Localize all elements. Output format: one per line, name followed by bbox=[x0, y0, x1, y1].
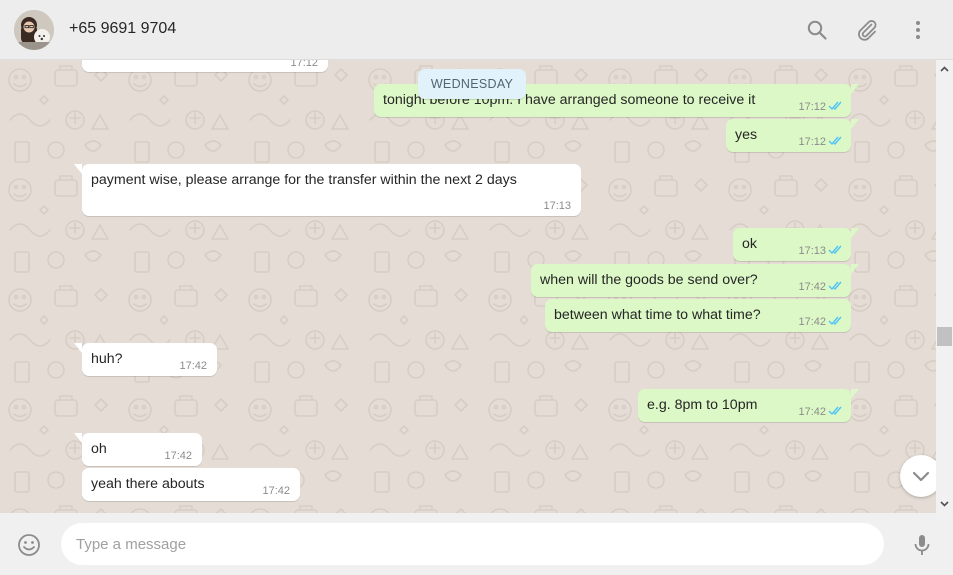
message-text: payment wise, please arrange for the tra… bbox=[91, 172, 517, 188]
menu-icon[interactable] bbox=[906, 18, 930, 42]
read-ticks-icon bbox=[828, 245, 842, 255]
message-time: 17:42 bbox=[798, 406, 826, 418]
chat-header: +65 9691 9704 bbox=[0, 0, 953, 60]
message-time: 17:42 bbox=[798, 281, 826, 293]
read-ticks-icon bbox=[828, 406, 842, 416]
chevron-down-icon bbox=[912, 471, 930, 482]
message-bubble-incoming[interactable]: oh 17:42 bbox=[74, 433, 202, 466]
day-separator: WEDNESDAY bbox=[418, 69, 526, 99]
bubble-tail bbox=[74, 164, 82, 174]
message-text: huh? bbox=[91, 351, 123, 367]
bubble-tail bbox=[851, 264, 859, 274]
read-ticks-icon bbox=[828, 101, 842, 111]
message-bubble-incoming[interactable]: yeah there abouts 17:42 bbox=[82, 468, 300, 501]
scroll-down-arrow-icon[interactable] bbox=[940, 499, 949, 508]
message-bubble-outgoing[interactable]: e.g. 8pm to 10pm 17:42 bbox=[638, 389, 859, 422]
bubble-tail bbox=[74, 343, 82, 353]
contact-avatar[interactable] bbox=[14, 10, 54, 50]
message-time: 17:12 bbox=[798, 101, 826, 113]
message-text: oh bbox=[91, 441, 107, 457]
message-bubble-outgoing[interactable]: yes 17:12 bbox=[726, 119, 859, 152]
bubble-tail bbox=[851, 119, 859, 129]
message-time: 17:42 bbox=[164, 450, 192, 462]
message-bubble-partial[interactable]: 17:12 bbox=[82, 60, 328, 72]
read-ticks-icon bbox=[828, 281, 842, 291]
bubble-tail bbox=[851, 228, 859, 238]
search-icon[interactable] bbox=[805, 18, 829, 42]
scroll-down-button[interactable] bbox=[900, 455, 936, 497]
attach-icon[interactable] bbox=[855, 18, 879, 42]
message-text: when will the goods be send over? bbox=[540, 272, 758, 288]
message-time: 17:13 bbox=[798, 245, 826, 257]
bubble-tail bbox=[851, 389, 859, 399]
message-time: 17:12 bbox=[798, 136, 826, 148]
message-time: 17:42 bbox=[798, 316, 826, 328]
message-bubble-outgoing[interactable]: when will the goods be send over? 17:42 bbox=[531, 264, 859, 297]
bubble-tail bbox=[851, 84, 859, 94]
bubble-tail bbox=[74, 433, 82, 443]
message-bubble-incoming[interactable]: payment wise, please arrange for the tra… bbox=[74, 164, 581, 216]
message-time: 17:42 bbox=[179, 360, 207, 372]
message-time: 17:42 bbox=[262, 485, 290, 497]
message-time: 17:12 bbox=[290, 60, 318, 69]
message-text: yeah there abouts bbox=[91, 476, 205, 492]
read-ticks-icon bbox=[828, 136, 842, 146]
scrollbar[interactable] bbox=[936, 60, 953, 513]
message-bubble-outgoing[interactable]: between what time to what time? 17:42 bbox=[545, 299, 851, 332]
message-input[interactable] bbox=[61, 523, 884, 565]
scrollbar-thumb[interactable] bbox=[937, 327, 952, 346]
message-bubble-incoming[interactable]: huh? 17:42 bbox=[74, 343, 217, 376]
message-bubble-outgoing[interactable]: ok 17:13 bbox=[733, 228, 859, 261]
emoji-icon[interactable] bbox=[16, 532, 42, 558]
scroll-up-arrow-icon[interactable] bbox=[940, 65, 949, 74]
message-text: ok bbox=[742, 236, 757, 252]
composer-bar bbox=[0, 513, 953, 575]
read-ticks-icon bbox=[828, 316, 842, 326]
message-list[interactable]: 17:12 tonight before 10pm. I have arrang… bbox=[0, 60, 936, 513]
message-text: yes bbox=[735, 127, 758, 143]
message-text: e.g. 8pm to 10pm bbox=[647, 397, 758, 413]
microphone-icon[interactable] bbox=[909, 532, 935, 558]
contact-name[interactable]: +65 9691 9704 bbox=[69, 20, 176, 38]
message-time: 17:13 bbox=[543, 200, 571, 212]
message-text: between what time to what time? bbox=[554, 307, 761, 323]
